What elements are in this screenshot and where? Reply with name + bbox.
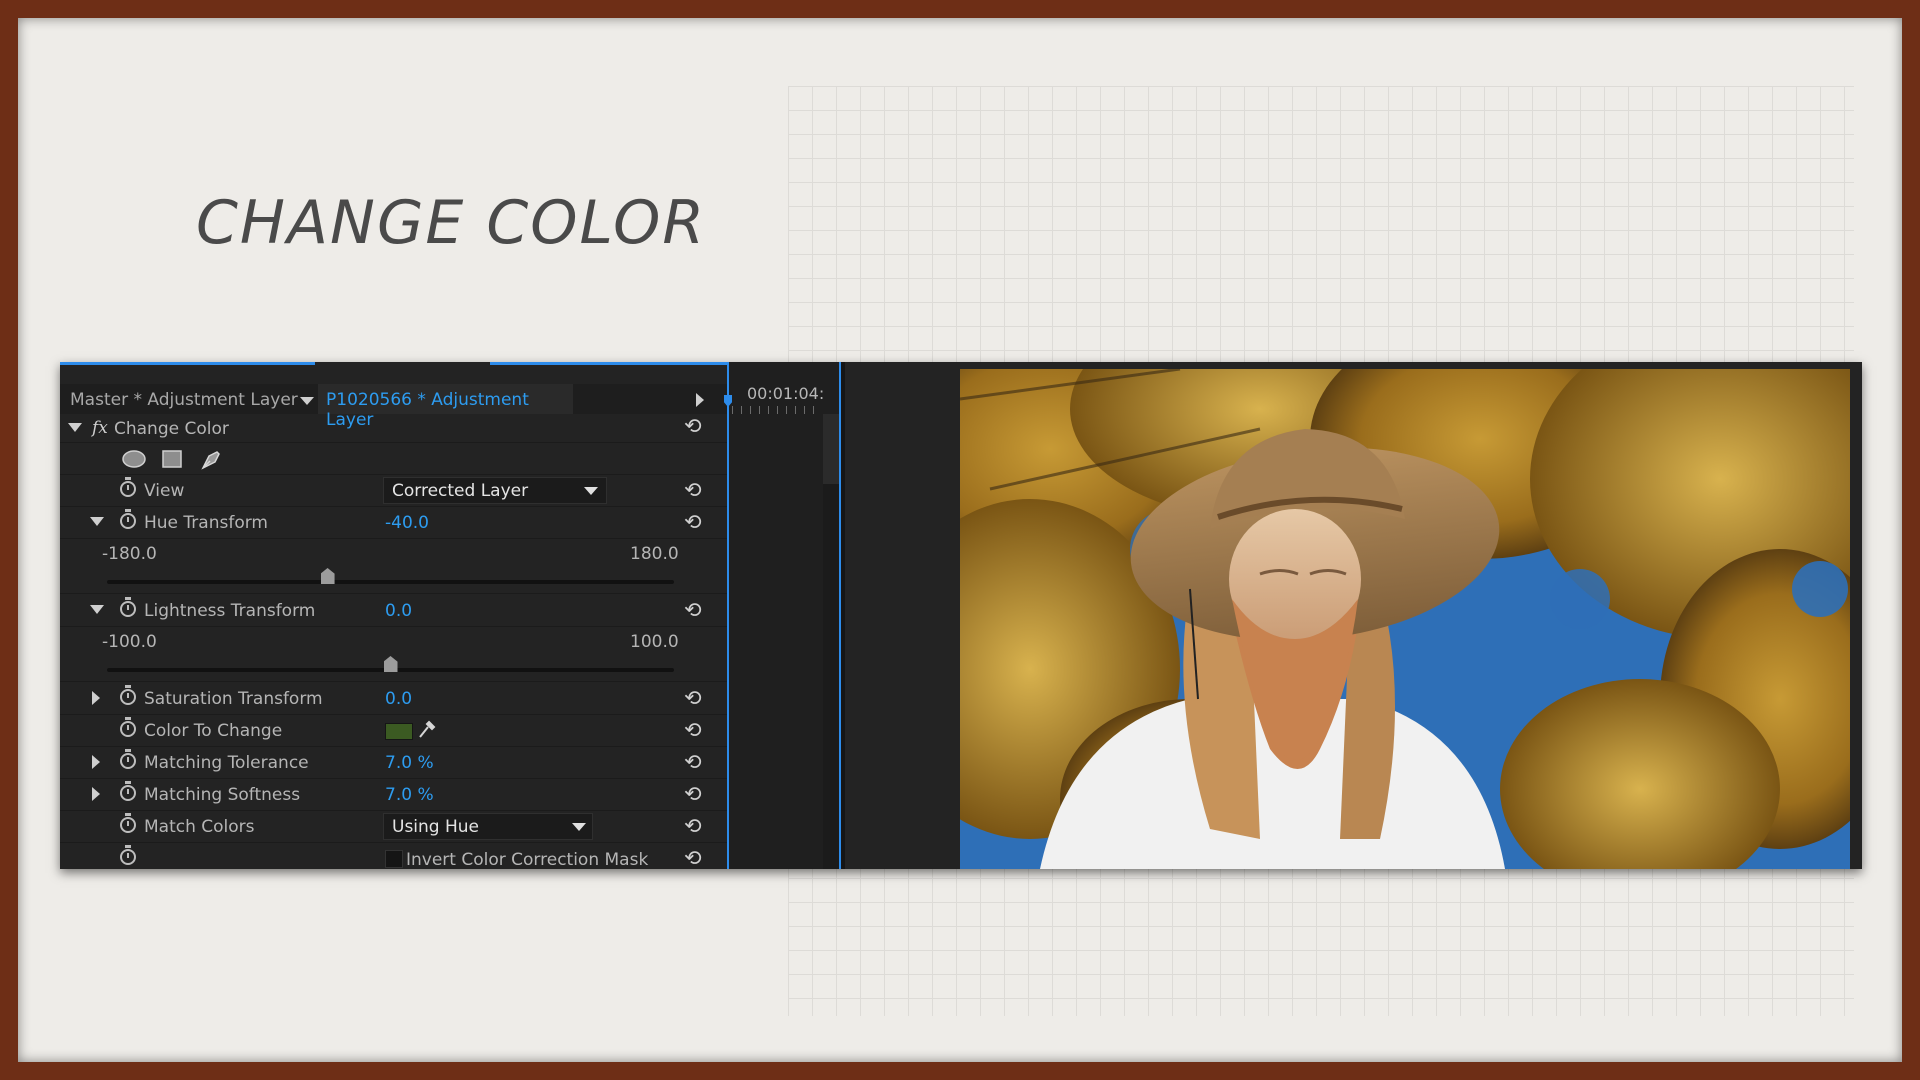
color-to-change-row: Color To Change ⟲	[60, 714, 727, 747]
mask-tools-row	[60, 442, 727, 475]
match-colors-label: Match Colors	[144, 817, 255, 837]
panel-focus-line	[60, 362, 315, 365]
slider-max-label: 100.0	[630, 632, 679, 652]
premiere-screenshot: Master * Adjustment Layer P1020566 * Adj…	[60, 362, 1862, 869]
match-colors-dropdown[interactable]: Using Hue	[383, 813, 593, 840]
matching-softness-value[interactable]: 7.0 %	[385, 785, 434, 805]
play-icon[interactable]	[696, 393, 704, 407]
lightness-transform-slider-area: -100.0 100.0	[60, 626, 727, 682]
slider-max-label: 180.0	[630, 544, 679, 564]
view-label: View	[144, 481, 185, 501]
stopwatch-icon[interactable]	[120, 477, 136, 497]
chevron-down-icon[interactable]	[300, 397, 314, 405]
timecode: 00:01:04:	[747, 384, 825, 403]
lightness-transform-slider-thumb[interactable]	[383, 656, 398, 672]
slide-title: CHANGE COLOR	[196, 188, 707, 258]
hue-transform-value[interactable]: -40.0	[385, 513, 429, 533]
stopwatch-icon[interactable]	[120, 509, 136, 529]
chevron-down-icon	[572, 823, 586, 831]
match-colors-row: Match Colors Using Hue ⟲	[60, 810, 727, 843]
slide: CHANGE COLOR Master * Adjustment Layer P…	[18, 18, 1902, 1062]
hue-transform-label: Hue Transform	[144, 513, 268, 533]
stopwatch-icon[interactable]	[120, 685, 136, 705]
slider-min-label: -180.0	[102, 544, 157, 564]
effect-controls-panel: Master * Adjustment Layer P1020566 * Adj…	[60, 362, 841, 869]
ellipse-mask-icon[interactable]	[122, 450, 146, 468]
lightness-transform-row: Lightness Transform 0.0 ⟲	[60, 594, 727, 627]
hue-transform-slider-track[interactable]	[107, 580, 674, 584]
matching-softness-row: Matching Softness 7.0 % ⟲	[60, 778, 727, 811]
video-frame-image	[960, 369, 1850, 869]
matching-tolerance-value[interactable]: 7.0 %	[385, 753, 434, 773]
reset-icon[interactable]: ⟲	[684, 814, 702, 838]
reset-icon[interactable]: ⟲	[684, 510, 702, 534]
pen-mask-icon[interactable]	[200, 447, 224, 471]
matching-tolerance-row: Matching Tolerance 7.0 % ⟲	[60, 746, 727, 779]
rectangle-mask-icon[interactable]	[162, 450, 182, 468]
reset-icon[interactable]: ⟲	[684, 478, 702, 502]
lightness-transform-label: Lightness Transform	[144, 601, 316, 621]
collapse-triangle-icon[interactable]	[68, 423, 82, 432]
expand-triangle-icon[interactable]	[92, 787, 100, 801]
color-swatch[interactable]	[385, 723, 413, 740]
hue-transform-slider-area: -180.0 180.0	[60, 538, 727, 594]
stopwatch-icon[interactable]	[120, 749, 136, 769]
color-to-change-label: Color To Change	[144, 721, 283, 741]
clip-header: Master * Adjustment Layer P1020566 * Adj…	[60, 384, 727, 430]
collapse-triangle-icon[interactable]	[90, 605, 104, 614]
invert-mask-checkbox[interactable]	[385, 850, 403, 868]
playhead-line[interactable]	[727, 362, 729, 869]
saturation-transform-label: Saturation Transform	[144, 689, 323, 709]
video-frame	[960, 369, 1850, 869]
fx-icon[interactable]: fx	[92, 418, 108, 438]
effect-header-row[interactable]: fx Change Color ⟲	[60, 414, 727, 443]
time-ruler[interactable]	[732, 406, 822, 414]
stopwatch-icon[interactable]	[120, 717, 136, 737]
invert-mask-label: Invert Color Correction Mask	[406, 850, 649, 869]
stopwatch-icon[interactable]	[120, 845, 136, 865]
chevron-down-icon	[584, 487, 598, 495]
reset-icon[interactable]: ⟲	[684, 846, 702, 869]
hue-transform-slider-thumb[interactable]	[320, 568, 335, 584]
reset-icon[interactable]: ⟲	[684, 686, 702, 710]
stopwatch-icon[interactable]	[120, 781, 136, 801]
reset-icon[interactable]: ⟲	[684, 782, 702, 806]
expand-triangle-icon[interactable]	[92, 755, 100, 769]
stopwatch-icon[interactable]	[120, 813, 136, 833]
master-clip-label[interactable]: Master * Adjustment Layer	[70, 390, 298, 410]
saturation-transform-row: Saturation Transform 0.0 ⟲	[60, 682, 727, 715]
reset-icon[interactable]: ⟲	[684, 718, 702, 742]
hue-transform-row: Hue Transform -40.0 ⟲	[60, 506, 727, 539]
eyedropper-icon[interactable]	[416, 718, 436, 740]
stopwatch-icon[interactable]	[120, 597, 136, 617]
view-row: View Corrected Layer ⟲	[60, 474, 727, 507]
effect-name: Change Color	[114, 419, 229, 439]
reset-icon[interactable]: ⟲	[684, 750, 702, 774]
lightness-transform-value[interactable]: 0.0	[385, 601, 412, 621]
view-value: Corrected Layer	[392, 481, 529, 501]
slider-min-label: -100.0	[102, 632, 157, 652]
effect-controls-timeline[interactable]: 00:01:04:	[724, 362, 841, 869]
reset-icon[interactable]: ⟲	[684, 598, 702, 622]
view-dropdown[interactable]: Corrected Layer	[383, 477, 607, 504]
collapse-triangle-icon[interactable]	[90, 517, 104, 526]
match-colors-value: Using Hue	[392, 817, 480, 837]
active-clip-tab[interactable]: P1020566 * Adjustment Layer	[318, 384, 573, 430]
matching-softness-label: Matching Softness	[144, 785, 301, 805]
reset-icon[interactable]: ⟲	[684, 414, 702, 438]
program-monitor	[845, 362, 1862, 869]
saturation-transform-value[interactable]: 0.0	[385, 689, 412, 709]
matching-tolerance-label: Matching Tolerance	[144, 753, 309, 773]
expand-triangle-icon[interactable]	[92, 691, 100, 705]
invert-mask-row: Invert Color Correction Mask ⟲	[60, 842, 727, 869]
